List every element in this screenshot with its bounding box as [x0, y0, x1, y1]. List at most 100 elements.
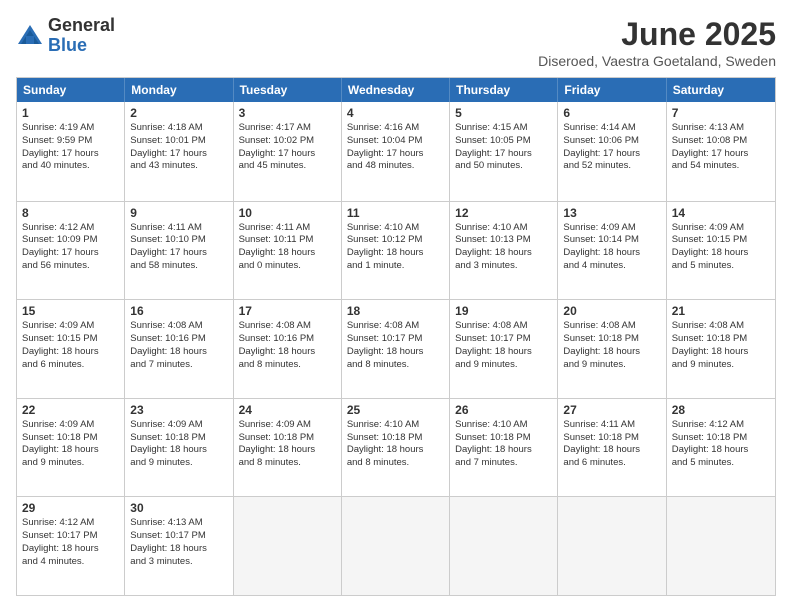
cell-line: Sunset: 10:17 PM — [22, 530, 98, 541]
cell-line: Sunrise: 4:16 AM — [347, 122, 419, 133]
month-title: June 2025 — [538, 16, 776, 53]
cell-line: Sunset: 10:16 PM — [239, 333, 315, 344]
calendar-row-5: 29Sunrise: 4:12 AMSunset: 10:17 PMDaylig… — [17, 496, 775, 595]
cell-line: Sunrise: 4:13 AM — [130, 517, 202, 528]
cell-line: Sunrise: 4:09 AM — [672, 222, 744, 233]
cell-line: Daylight: 18 hours — [130, 444, 207, 455]
calendar-body: 1Sunrise: 4:19 AMSunset: 9:59 PMDaylight… — [17, 102, 775, 595]
day-number: 8 — [22, 206, 119, 220]
calendar-cell — [342, 497, 450, 595]
cell-line: Daylight: 18 hours — [672, 444, 749, 455]
day-number: 11 — [347, 206, 444, 220]
calendar-cell: 2Sunrise: 4:18 AMSunset: 10:01 PMDayligh… — [125, 102, 233, 201]
cell-line: Sunrise: 4:10 AM — [455, 419, 527, 430]
cell-line: Daylight: 18 hours — [130, 346, 207, 357]
cell-line: Sunset: 10:08 PM — [672, 135, 748, 146]
cell-info-text: Sunrise: 4:10 AMSunset: 10:13 PMDaylight… — [455, 222, 552, 273]
day-number: 27 — [563, 403, 660, 417]
cell-line: Sunset: 10:11 PM — [239, 234, 314, 245]
day-number: 12 — [455, 206, 552, 220]
cell-line: and 5 minutes. — [672, 457, 734, 468]
cell-line: and 9 minutes. — [130, 457, 192, 468]
cell-line: Sunset: 10:18 PM — [563, 432, 639, 443]
cell-line: Sunrise: 4:09 AM — [563, 222, 635, 233]
cell-line: Sunrise: 4:17 AM — [239, 122, 311, 133]
cell-line: Sunrise: 4:09 AM — [239, 419, 311, 430]
cell-line: Sunrise: 4:18 AM — [130, 122, 202, 133]
cell-line: Sunset: 10:15 PM — [672, 234, 748, 245]
cell-line: Sunrise: 4:12 AM — [672, 419, 744, 430]
calendar-cell — [234, 497, 342, 595]
cell-info-text: Sunrise: 4:10 AMSunset: 10:12 PMDaylight… — [347, 222, 444, 273]
cell-line: Sunrise: 4:15 AM — [455, 122, 527, 133]
cell-line: and 56 minutes. — [22, 260, 90, 271]
calendar-cell: 13Sunrise: 4:09 AMSunset: 10:14 PMDaylig… — [558, 202, 666, 300]
cell-line: Daylight: 18 hours — [239, 247, 316, 258]
calendar-cell: 20Sunrise: 4:08 AMSunset: 10:18 PMDaylig… — [558, 300, 666, 398]
cell-line: Daylight: 18 hours — [455, 444, 532, 455]
cell-info-text: Sunrise: 4:12 AM Sunset: 10:17 PM Daylight… — [22, 517, 119, 568]
calendar-cell: 26Sunrise: 4:10 AMSunset: 10:18 PMDaylig… — [450, 399, 558, 497]
calendar-header: SundayMondayTuesdayWednesdayThursdayFrid… — [17, 78, 775, 102]
cell-line: Daylight: 17 hours — [239, 148, 316, 159]
calendar-cell: 5Sunrise: 4:15 AMSunset: 10:05 PMDayligh… — [450, 102, 558, 201]
logo: General Blue — [16, 16, 115, 56]
cell-line: Sunset: 10:05 PM — [455, 135, 531, 146]
cell-line: Daylight: 17 hours — [455, 148, 532, 159]
cell-info-text: Sunrise: 4:09 AMSunset: 10:18 PMDaylight… — [239, 419, 336, 470]
cell-line: Sunrise: 4:09 AM — [130, 419, 202, 430]
cell-info-text: Sunrise: 4:11 AMSunset: 10:10 PMDaylight… — [130, 222, 227, 273]
cell-line: Sunset: 10:18 PM — [347, 432, 423, 443]
logo-icon — [16, 22, 44, 50]
calendar-cell: 30Sunrise: 4:13 AMSunset: 10:17 PMDaylig… — [125, 497, 233, 595]
calendar-cell: 7Sunrise: 4:13 AMSunset: 10:08 PMDayligh… — [667, 102, 775, 201]
cell-line: Daylight: 18 hours — [347, 247, 424, 258]
cell-line: and 3 minutes. — [130, 556, 192, 567]
cell-line: and 40 minutes. — [22, 160, 90, 171]
calendar-cell: 16Sunrise: 4:08 AMSunset: 10:16 PMDaylig… — [125, 300, 233, 398]
cell-line: Sunrise: 4:08 AM — [455, 320, 527, 331]
cell-line: and 7 minutes. — [130, 359, 192, 370]
cell-info-text: Sunrise: 4:10 AM Sunset: 10:18 PMDaylight… — [347, 419, 444, 470]
cell-line: Daylight: 18 hours — [347, 444, 424, 455]
calendar-cell: 28Sunrise: 4:12 AMSunset: 10:18 PMDaylig… — [667, 399, 775, 497]
cell-line: Sunrise: 4:10 AM — [347, 419, 419, 430]
day-number: 7 — [672, 106, 770, 120]
cell-line: Sunrise: 4:10 AM — [455, 222, 527, 233]
cell-line: and 43 minutes. — [130, 160, 198, 171]
day-number: 26 — [455, 403, 552, 417]
cell-line: Daylight: 17 hours — [130, 148, 207, 159]
cell-line: Sunset: 10:18 PM — [22, 432, 98, 443]
day-number: 23 — [130, 403, 227, 417]
cell-line: and 48 minutes. — [347, 160, 415, 171]
day-number: 4 — [347, 106, 444, 120]
calendar-cell: 10Sunrise: 4:11 AMSunset: 10:11 PMDaylig… — [234, 202, 342, 300]
calendar-cell: 21Sunrise: 4:08 AMSunset: 10:18 PMDaylig… — [667, 300, 775, 398]
cell-line: Sunset: 10:17 PM — [455, 333, 531, 344]
calendar-cell: 6Sunrise: 4:14 AMSunset: 10:06 PMDayligh… — [558, 102, 666, 201]
day-number: 3 — [239, 106, 336, 120]
day-number: 21 — [672, 304, 770, 318]
location-title: Diseroed, Vaestra Goetaland, Sweden — [538, 53, 776, 69]
cell-line: and 7 minutes. — [455, 457, 517, 468]
cell-line: and 45 minutes. — [239, 160, 307, 171]
cell-line: Sunrise: 4:08 AM — [130, 320, 202, 331]
calendar-cell: 8Sunrise: 4:12 AMSunset: 10:09 PMDayligh… — [17, 202, 125, 300]
cell-info-text: Sunrise: 4:15 AM Sunset: 10:05 PM Daylight… — [455, 122, 552, 173]
logo-blue-text: Blue — [48, 36, 115, 56]
cell-info-text: Sunrise: 4:09 AMSunset: 10:15 PMDaylight… — [672, 222, 770, 273]
cell-line: and 4 minutes. — [22, 556, 84, 567]
day-number: 24 — [239, 403, 336, 417]
cell-info-text: Sunrise: 4:18 AMSunset: 10:01 PMDaylight… — [130, 122, 227, 173]
cell-info-text: Sunrise: 4:12 AMSunset: 10:18 PMDaylight… — [672, 419, 770, 470]
cell-line: and 54 minutes. — [672, 160, 740, 171]
cell-line: Daylight: 18 hours — [563, 346, 640, 357]
cell-line: Daylight: 18 hours — [22, 444, 99, 455]
cell-line: Sunset: 10:18 PM — [239, 432, 315, 443]
cell-line: Sunset: 10:18 PM — [672, 333, 748, 344]
cell-line: Daylight: 18 hours — [22, 543, 99, 554]
cell-line: Sunrise: 4:12 AM — [22, 517, 94, 528]
cell-line: and 8 minutes. — [239, 457, 301, 468]
day-number: 15 — [22, 304, 119, 318]
cell-line: Sunrise: 4:11 AM — [239, 222, 311, 233]
